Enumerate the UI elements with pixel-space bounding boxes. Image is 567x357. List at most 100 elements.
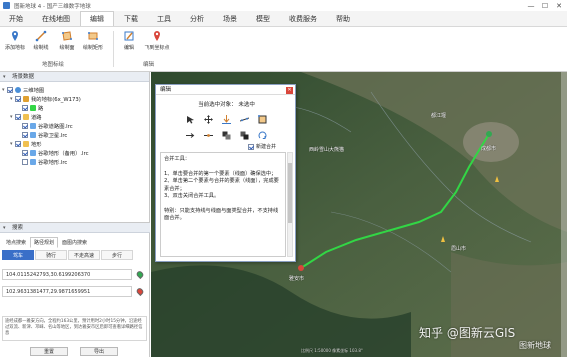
join-tool-button[interactable] (202, 130, 214, 140)
menu-scene[interactable]: 场景 (214, 12, 246, 26)
merge-icon (222, 131, 230, 139)
left-panel: ▾ 场景数据 ▾ 三维地图 ▾ 我的地标(6x_W173) 路 ▾ 道路 谷歌道… (0, 72, 150, 357)
map-label: 眉山市 (451, 246, 467, 252)
checkbox[interactable] (15, 140, 21, 147)
group-label-edit: 编辑 (143, 62, 155, 68)
checkbox[interactable] (22, 131, 28, 138)
help-scrollbar[interactable] (287, 152, 293, 257)
checkbox[interactable] (22, 149, 28, 156)
tree-node-google-terrain-backup[interactable]: 谷歌地形（备用）.lrc (22, 148, 89, 157)
tab-route-planning[interactable]: 路径规划 (30, 237, 59, 248)
menu-start[interactable]: 开始 (0, 12, 32, 26)
selected-label: 当前选中对象： (198, 102, 237, 108)
export-button[interactable]: 导出 (80, 347, 118, 356)
checkbox[interactable] (22, 158, 28, 165)
layer-icon (30, 131, 36, 138)
vertex-tool-button[interactable] (220, 114, 232, 124)
draw-rectangle-button[interactable]: 绘制矩形 (82, 30, 104, 51)
checkbox[interactable] (22, 104, 28, 111)
tree-node-roads[interactable]: ▾ 道路 (10, 112, 42, 121)
tab-area-search[interactable]: 面图内搜索 (58, 237, 91, 248)
mode-ride-button[interactable]: 骑行 (35, 250, 67, 260)
scale-readout: 比例尺 1:50000 像素坐标 103.8° (301, 348, 363, 353)
route-start-marker (486, 131, 492, 137)
mode-walk-button[interactable]: 步行 (101, 250, 133, 260)
tree-node-google-terrain[interactable]: 谷歌地形.lrc (22, 157, 67, 166)
cursor-icon (186, 115, 194, 123)
help-text-box: 合并工具： 1、单击要合并的第一个要素（线面）确保选中； 2、单击第二个要素与合… (160, 152, 286, 257)
checkbox[interactable] (15, 113, 21, 120)
search-tabs: 地点搜索 路径规划 面图内搜索 (2, 237, 91, 248)
move-tool-button[interactable] (202, 114, 214, 124)
collapse-icon[interactable]: ▾ (3, 72, 6, 82)
maximize-button[interactable]: ☐ (538, 0, 552, 11)
draw-line-button[interactable]: 绘制线 (30, 30, 52, 51)
fly-to-coordinate-button[interactable]: 飞到坐标点 (144, 30, 170, 51)
end-coordinate-input[interactable]: 102.9631381477,29.9871659951 (2, 286, 132, 297)
line-icon (30, 104, 36, 111)
menu-online-map[interactable]: 在线地图 (33, 12, 79, 26)
checkbox[interactable] (15, 95, 21, 102)
folder-icon (23, 140, 29, 147)
menu-edit[interactable]: 编辑 (80, 11, 114, 26)
draw-rect-icon (88, 32, 98, 40)
start-coordinate-input[interactable]: 104.0115242793,30.6199206370 (2, 269, 132, 280)
rotate-icon (258, 131, 266, 139)
start-pin-icon[interactable] (135, 269, 145, 280)
close-icon[interactable]: ✕ (286, 87, 293, 94)
end-pin-icon[interactable] (135, 286, 145, 297)
watermark: 知乎 @图新云GIS (419, 326, 516, 340)
select-tool-button[interactable] (184, 114, 196, 124)
selected-object-row: 当前选中对象： 未选中 (156, 100, 297, 108)
tree-node-terrain[interactable]: ▾ 地形 (10, 139, 42, 148)
edit-button[interactable]: 编辑 (118, 30, 140, 51)
checkbox[interactable] (248, 143, 254, 150)
extend-tool-button[interactable] (184, 130, 196, 140)
minimize-button[interactable]: — (524, 0, 538, 11)
draw-polygon-icon (62, 31, 72, 41)
reshape-icon (257, 114, 266, 123)
search-panel: ▾ 搜索 地点搜索 路径规划 面图内搜索 驾车 骑行 不走高速 步行 104.0… (0, 222, 150, 357)
menu-paid-service[interactable]: 收费服务 (280, 12, 326, 26)
selected-value: 未选中 (238, 102, 255, 108)
reset-button[interactable]: 重置 (30, 347, 68, 356)
title-bar: 图新地球 4 - 国产三维数字地球 (0, 0, 567, 11)
menu-help[interactable]: 帮助 (327, 12, 359, 26)
union-tool-button[interactable] (238, 130, 250, 140)
menu-tools[interactable]: 工具 (148, 12, 180, 26)
scene-tree: ▾ 三维地图 ▾ 我的地标(6x_W173) 路 ▾ 道路 谷歌道路图.lrc (0, 82, 149, 210)
checkbox[interactable] (7, 86, 13, 93)
checkbox[interactable] (22, 122, 28, 129)
tree-node-road[interactable]: 路 (22, 103, 43, 112)
merge-tool-button[interactable] (220, 130, 232, 140)
map-label: 都江堰 (431, 113, 447, 119)
reshape-tool-button[interactable] (256, 114, 268, 124)
close-window-button[interactable]: ✕ (552, 0, 566, 11)
ribbon: 添加地标 绘制线 绘制面 绘制矩形 编辑 飞到坐标点 地图标绘 编辑 (0, 27, 567, 72)
draw-polygon-button[interactable]: 绘制面 (56, 30, 78, 51)
menu-model[interactable]: 模型 (247, 12, 279, 26)
mode-drive-button[interactable]: 驾车 (2, 250, 34, 260)
collapse-icon[interactable]: ▾ (3, 223, 6, 233)
split-tool-button[interactable] (238, 114, 250, 124)
rotate-tool-button[interactable] (256, 130, 268, 140)
tree-node-google-road[interactable]: 谷歌道路图.lrc (22, 121, 73, 130)
group-label-draw: 地图标绘 (42, 62, 65, 68)
fly-to-icon (154, 31, 160, 41)
pin-icon (23, 95, 29, 102)
tree-node-3d-map[interactable]: ▾ 三维地图 (2, 85, 44, 94)
tree-node-google-satellite[interactable]: 谷歌卫星.lrc (22, 130, 67, 139)
route-end-marker (298, 265, 304, 271)
menu-download[interactable]: 下载 (115, 12, 147, 26)
add-placemark-button[interactable]: 添加地标 (4, 30, 26, 51)
new-merge-option[interactable]: 新建合并 (248, 143, 276, 150)
search-panel-header: ▾ 搜索 (0, 223, 150, 233)
app-logo-icon (3, 2, 10, 9)
tab-place-search[interactable]: 地点搜索 (2, 237, 30, 248)
layer-icon (30, 158, 36, 165)
mode-no-highway-button[interactable]: 不走高速 (68, 250, 100, 260)
menu-analysis[interactable]: 分析 (181, 12, 213, 26)
map-scrollbar[interactable] (561, 72, 567, 357)
window-title: 图新地球 4 - 国产三维数字地球 (14, 3, 91, 10)
tree-node-my-placemarks[interactable]: ▾ 我的地标(6x_W173) (10, 94, 81, 103)
